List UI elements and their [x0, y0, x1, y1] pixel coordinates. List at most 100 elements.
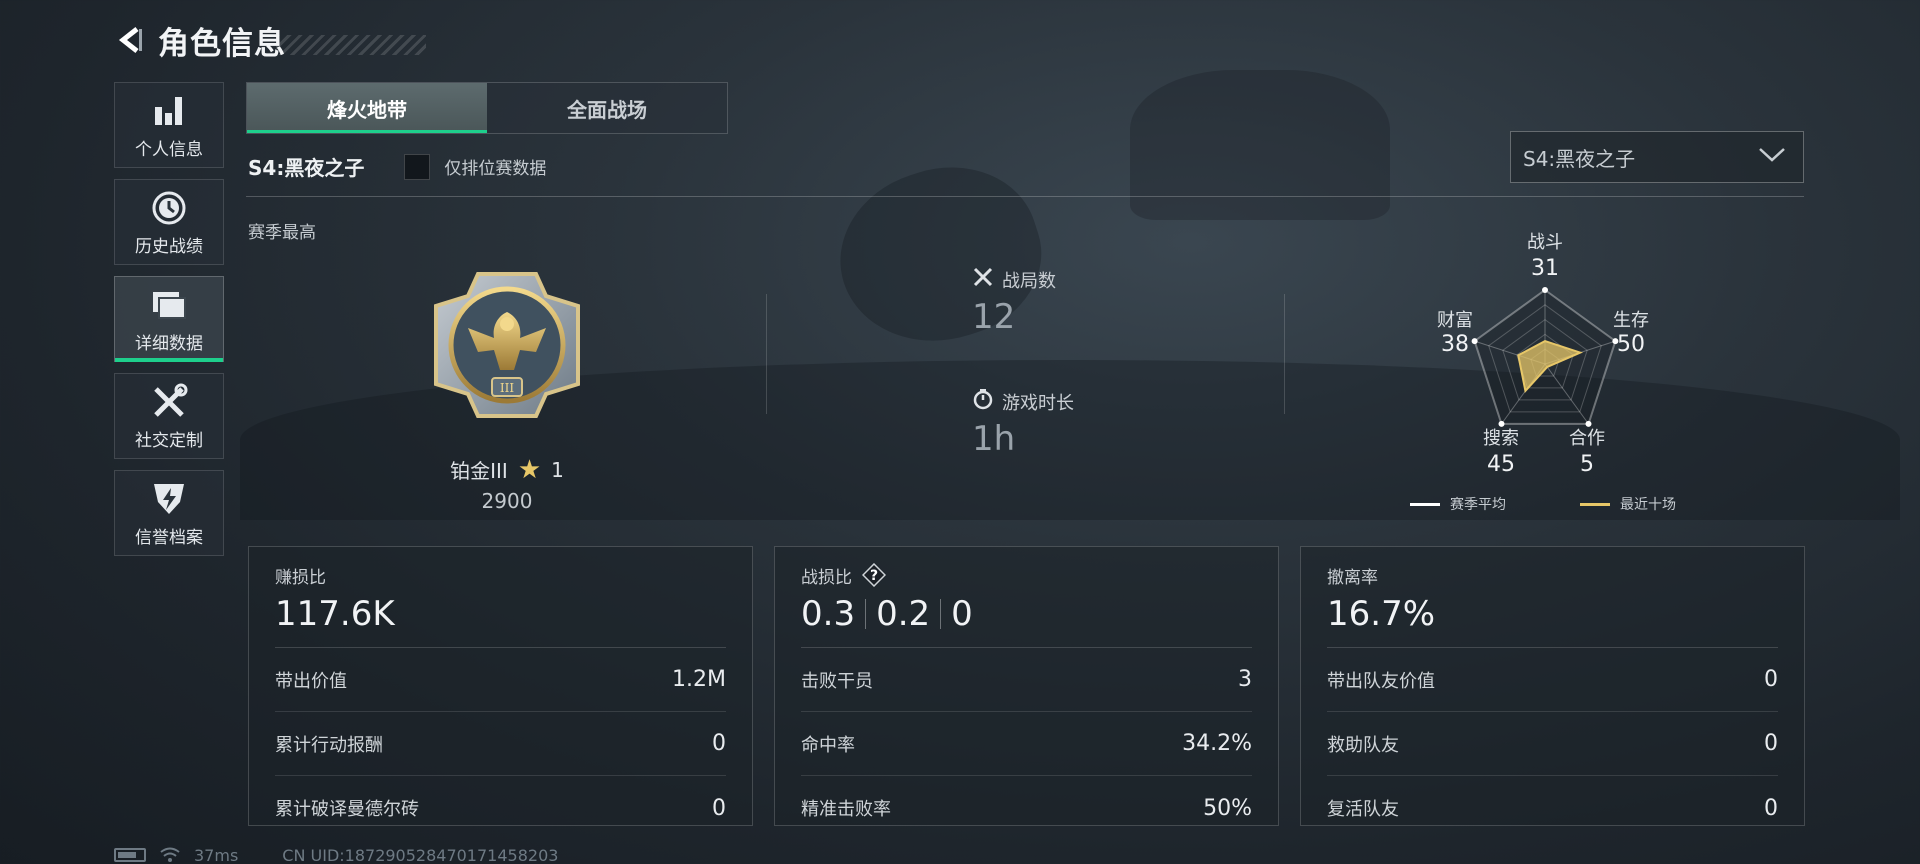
matches-stat: 战局数 12 [972, 266, 1056, 337]
playtime-label: 游戏时长 [1002, 392, 1074, 414]
stat-label: 救助队友 [1327, 734, 1399, 756]
help-icon[interactable]: ? [862, 563, 886, 587]
title-stripes-decoration [276, 35, 426, 55]
nav-item-detailed-data[interactable]: 详细数据 [114, 276, 224, 362]
stat-value: 0 [1764, 731, 1778, 756]
radar-value-survival: 50 [1617, 332, 1645, 357]
kd-value-1: 0.3 [801, 594, 856, 634]
background-tower [1130, 70, 1390, 220]
stat-value: 1.2M [672, 667, 726, 692]
stat-value: 0 [712, 795, 726, 821]
page-header: 角色信息 [114, 18, 426, 62]
stat-label: 复活队友 [1327, 799, 1399, 820]
stat-row: 救助队友 0 [1327, 712, 1778, 776]
radar-value-cooperation: 5 [1580, 452, 1594, 477]
stat-row: 精准击败率 50% [801, 776, 1252, 840]
stat-row: 命中率 34.2% [801, 712, 1252, 776]
shield-lightning-icon [149, 479, 189, 519]
svg-text:III: III [500, 381, 514, 395]
radar-value-wealth: 38 [1441, 332, 1469, 357]
radar-label-wealth: 财富 [1437, 310, 1473, 331]
radar-label-survival: 生存 [1613, 310, 1649, 331]
radar-axis-dot [1542, 287, 1548, 293]
stat-row: 带出队友价值 0 [1327, 648, 1778, 712]
folder-stack-icon [149, 285, 189, 325]
radar-label-cooperation: 合作 [1569, 428, 1605, 449]
status-bar: 37ms CN UID:187290528470171458203 [114, 846, 558, 864]
nav-item-personal-info[interactable]: 个人信息 [114, 82, 224, 168]
nav-label: 信誉档案 [135, 527, 203, 548]
rank-row: 铂金III ★ 1 [400, 455, 614, 484]
ability-radar: 战斗 31 生存 50 合作 5 搜索 45 财富 38 [1400, 222, 1690, 492]
radar-value-combat: 31 [1531, 256, 1559, 281]
stat-value: 0 [712, 731, 726, 756]
radar-value-search: 45 [1487, 452, 1515, 477]
kd-ratio-card: 战损比 ? 0.3 0.2 0 击败干员 3 命中率 34.2% 精准击败率 5… [774, 546, 1279, 826]
nav-item-social-custom[interactable]: 社交定制 [114, 373, 224, 459]
back-arrow-icon[interactable] [114, 22, 146, 58]
ping-value: 37ms [194, 845, 239, 864]
stat-label: 带出队友价值 [1327, 670, 1435, 692]
stat-value: 0 [1764, 795, 1778, 821]
stat-label: 累计行动报酬 [275, 734, 383, 756]
season-label: S4:黑夜之子 [248, 156, 365, 180]
stopwatch-icon [972, 388, 994, 415]
stat-label: 精准击败率 [801, 799, 891, 820]
season-dropdown-value: S4:黑夜之子 [1523, 146, 1636, 171]
stat-value: 3 [1238, 667, 1252, 692]
stat-value: 0 [1764, 667, 1778, 692]
playtime-stat: 游戏时长 1h [972, 388, 1074, 459]
ranked-only-label: 仅排位赛数据 [444, 159, 547, 179]
card-title: 撤离率 [1327, 567, 1378, 588]
matches-label: 战局数 [1002, 270, 1056, 292]
ranked-only-checkbox[interactable] [404, 153, 431, 180]
stat-label: 带出价值 [275, 670, 347, 692]
stat-row: 复活队友 0 [1327, 776, 1778, 840]
kd-value-2: 0.2 [876, 594, 931, 634]
value-separator [940, 599, 942, 629]
radar-label-combat: 战斗 [1527, 232, 1563, 253]
nav-label: 社交定制 [135, 430, 203, 451]
card-big-value: 0.3 0.2 0 [801, 591, 1252, 637]
page-title: 角色信息 [158, 25, 286, 62]
star-icon: ★ [517, 454, 542, 485]
stat-row: 累计破译曼德尔砖 0 [275, 776, 726, 840]
tab-warzone[interactable]: 烽火地带 [247, 83, 487, 133]
bar-chart-icon [149, 91, 189, 131]
profit-ratio-card: 赚损比 117.6K 带出价值 1.2M 累计行动报酬 0 累计破译曼德尔砖 0 [248, 546, 753, 826]
battery-icon [114, 848, 146, 862]
card-title: 战损比 [801, 567, 852, 588]
extraction-rate-card: 撤离率 16.7% 带出队友价值 0 救助队友 0 复活队友 0 [1300, 546, 1805, 826]
wifi-icon [160, 847, 180, 863]
legend-season-average: 赛季平均 [1410, 494, 1506, 514]
playtime-value: 1h [972, 419, 1016, 459]
stat-label: 命中率 [801, 734, 855, 756]
nav-item-history[interactable]: 历史战绩 [114, 179, 224, 265]
nav-label: 历史战绩 [135, 236, 203, 257]
stat-label: 击败干员 [801, 670, 873, 692]
season-best-title: 赛季最高 [248, 223, 316, 243]
nav-label: 详细数据 [135, 333, 203, 354]
card-title: 赚损比 [275, 567, 326, 588]
stat-label: 累计破译曼德尔砖 [275, 799, 419, 820]
nav-item-reputation[interactable]: 信誉档案 [114, 470, 224, 556]
kd-value-3: 0 [951, 594, 973, 634]
card-big-value: 117.6K [275, 594, 395, 634]
stat-value: 50% [1203, 795, 1252, 821]
rank-name: 铂金III [450, 459, 508, 483]
radar-label-search: 搜索 [1483, 428, 1519, 449]
season-dropdown[interactable]: S4:黑夜之子 [1510, 131, 1804, 183]
legend-recent-ten: 最近十场 [1580, 494, 1676, 514]
top-divider [246, 196, 1804, 197]
rank-emblem: III [428, 266, 586, 424]
uid-text: CN UID:187290528470171458203 [282, 845, 559, 864]
season-row: S4:黑夜之子 仅排位赛数据 [248, 152, 546, 181]
stat-value: 34.2% [1182, 731, 1252, 756]
legend-swatch [1410, 502, 1440, 506]
tab-battlefield[interactable]: 全面战场 [487, 83, 727, 133]
legend-label: 最近十场 [1620, 497, 1676, 513]
column-divider [766, 294, 767, 414]
matches-value: 12 [972, 297, 1016, 337]
value-separator [865, 599, 867, 629]
legend-swatch [1580, 502, 1610, 506]
